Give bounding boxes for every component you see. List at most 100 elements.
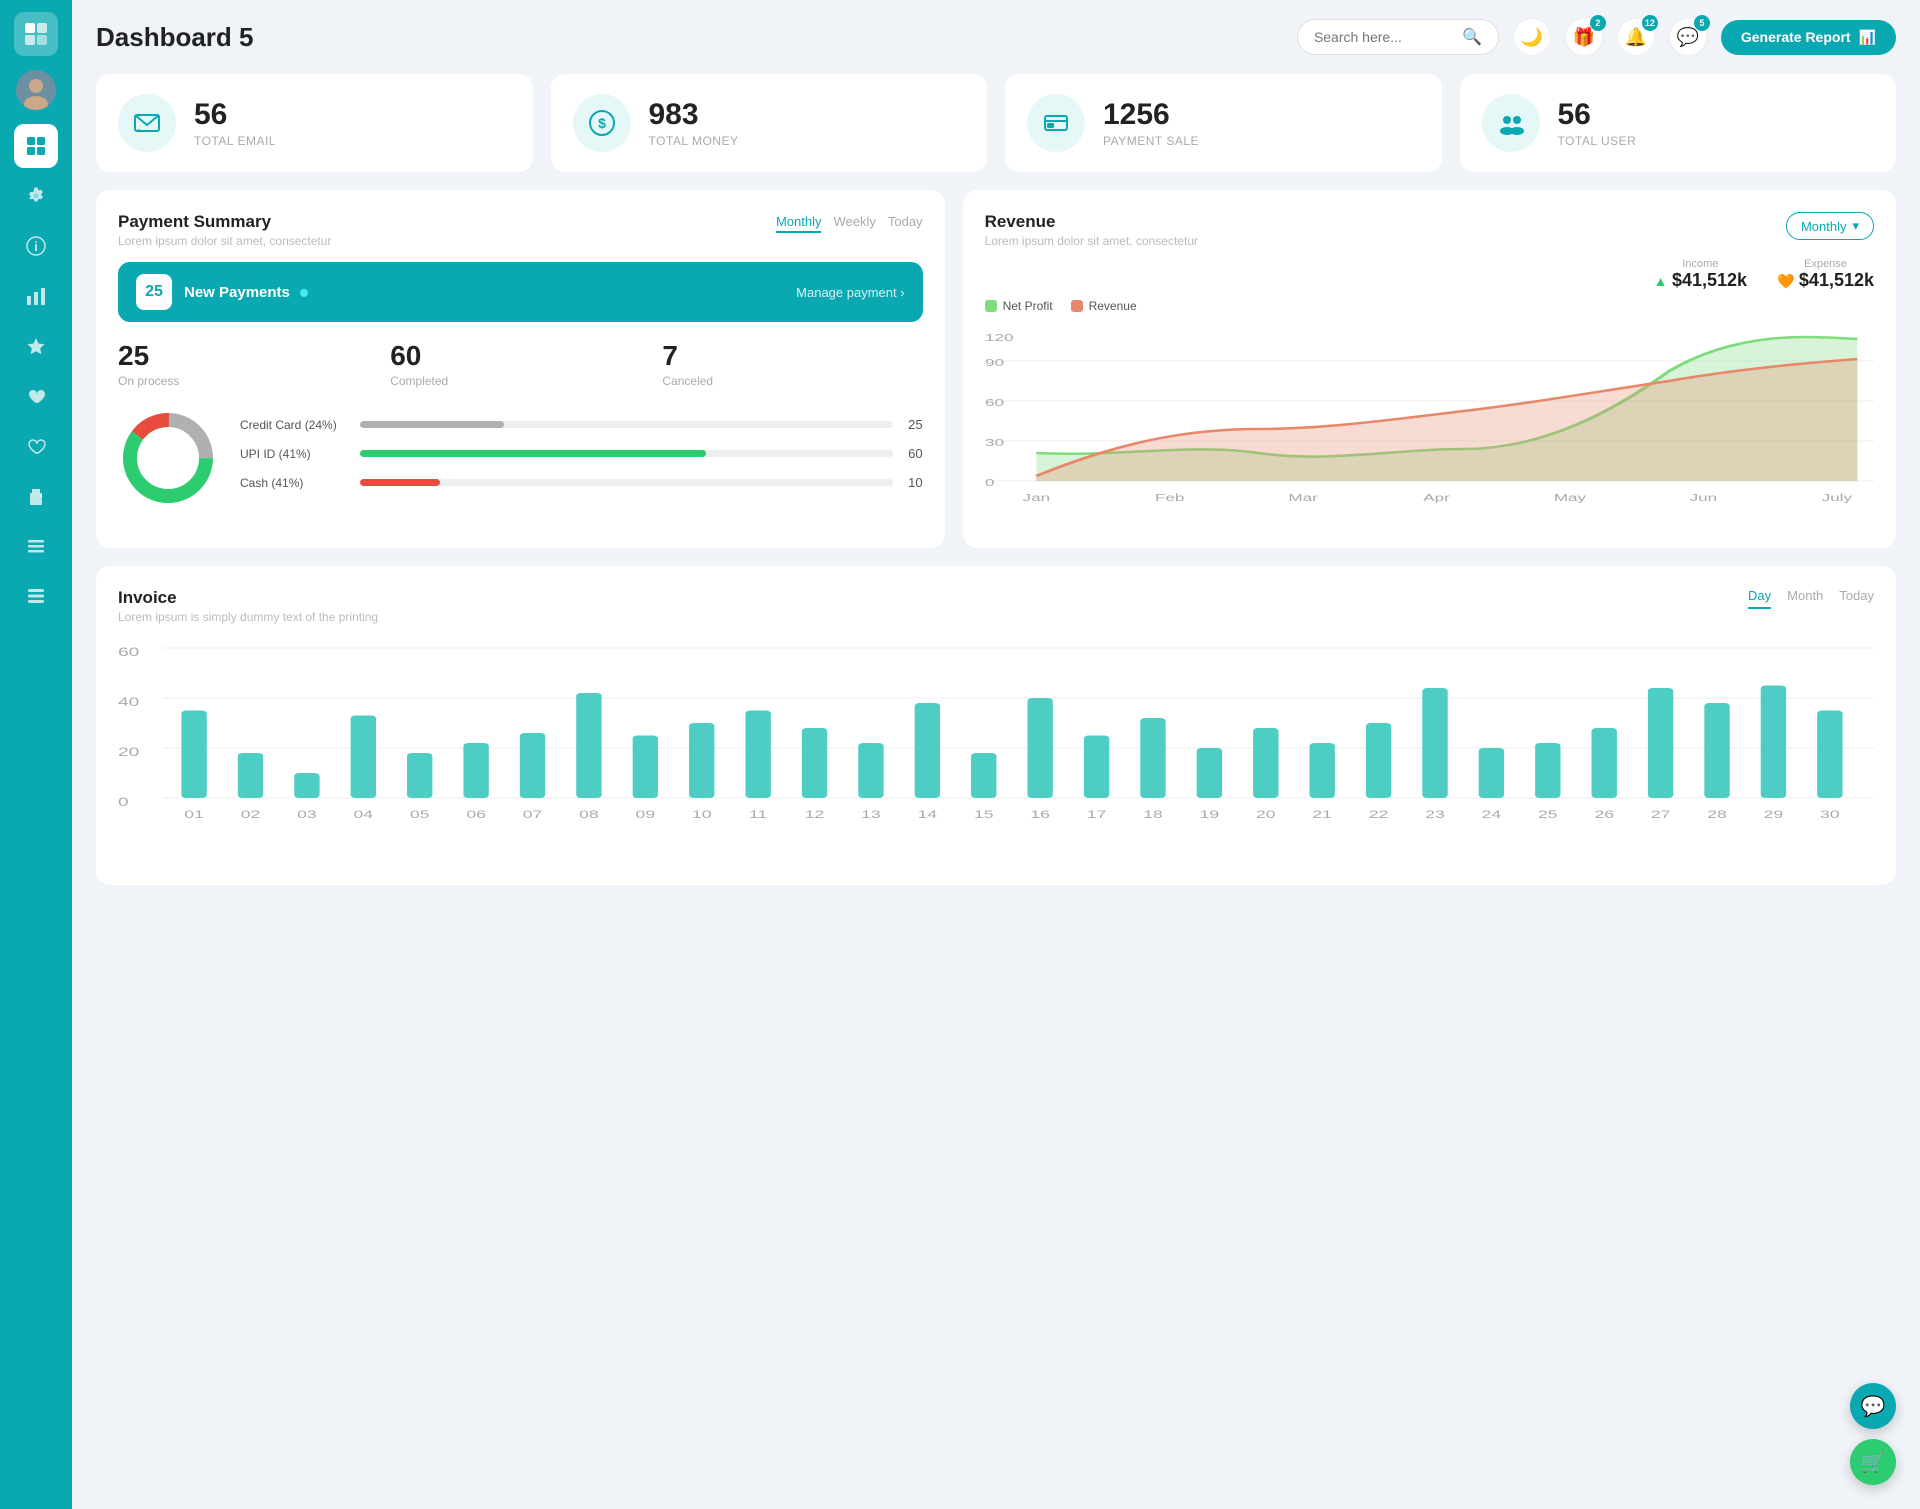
invoice-bar-label: 02 — [241, 809, 261, 821]
progress-credit-card: Credit Card (24%) 25 — [240, 417, 923, 432]
income-item: Income ▲ $41,512k — [1654, 258, 1747, 291]
new-payments-label: New Payments — [184, 284, 308, 301]
revenue-chart: 0 30 60 90 120 Jan Feb Mar Apr Ma — [985, 321, 1874, 526]
revenue-label: Revenue — [1089, 299, 1137, 313]
stat3-canceled-label: Canceled — [662, 374, 922, 388]
stat-money-label: TOTAL MONEY — [649, 134, 739, 148]
upi-fill — [360, 450, 706, 457]
payment-stats3: 25 On process 60 Completed 7 Canceled — [118, 340, 923, 388]
stat-payment-label: PAYMENT SALE — [1103, 134, 1199, 148]
sidebar-item-dashboard[interactable] — [14, 124, 58, 168]
revenue-dropdown[interactable]: Monthly ▾ — [1786, 212, 1874, 240]
stat3-completed-num: 60 — [390, 340, 650, 372]
svg-text:40: 40 — [118, 696, 139, 709]
invoice-bar — [181, 711, 206, 799]
stat-email-info: 56 TOTAL EMAIL — [194, 98, 276, 148]
sidebar-item-chart[interactable] — [14, 274, 58, 318]
search-input[interactable] — [1314, 29, 1454, 45]
income-val: $41,512k — [1672, 270, 1747, 290]
revenue-card: Revenue Lorem ipsum dolor sit amet, cons… — [963, 190, 1896, 548]
svg-text:30: 30 — [985, 437, 1004, 448]
tab-monthly[interactable]: Monthly — [776, 212, 822, 233]
stat-user-num: 56 — [1558, 98, 1637, 132]
sidebar-item-list[interactable] — [14, 574, 58, 618]
search-box[interactable]: 🔍 — [1297, 19, 1499, 55]
chat-button[interactable]: 💬 5 — [1669, 18, 1707, 56]
stat-money-info: 983 TOTAL MONEY — [649, 98, 739, 148]
sidebar-item-star[interactable] — [14, 324, 58, 368]
invoice-bar-label: 29 — [1764, 809, 1784, 821]
expense-icon: 🧡 — [1777, 273, 1794, 289]
invoice-bar — [1027, 698, 1052, 798]
credit-card-label: Credit Card (24%) — [240, 418, 350, 432]
sidebar-item-heart2[interactable] — [14, 424, 58, 468]
sidebar-item-heart[interactable] — [14, 374, 58, 418]
invoice-tab-month[interactable]: Month — [1787, 588, 1823, 609]
bell-badge: 12 — [1642, 15, 1658, 31]
stat3-canceled: 7 Canceled — [662, 340, 922, 388]
invoice-card: Invoice Lorem ipsum is simply dummy text… — [96, 566, 1896, 885]
gift-button[interactable]: 🎁 2 — [1565, 18, 1603, 56]
invoice-tab-day[interactable]: Day — [1748, 588, 1771, 609]
svg-text:120: 120 — [985, 332, 1014, 343]
invoice-bar-label: 04 — [354, 809, 374, 821]
sidebar-item-info[interactable]: i — [14, 224, 58, 268]
svg-text:Jan: Jan — [1022, 492, 1050, 503]
page-title: Dashboard 5 — [96, 22, 254, 53]
payment-details: Credit Card (24%) 25 UPI ID (41%) 60 — [118, 408, 923, 513]
invoice-bar-label: 01 — [184, 809, 204, 821]
invoice-bar-label: 16 — [1030, 809, 1050, 821]
invoice-bar — [520, 733, 545, 798]
svg-text:60: 60 — [118, 646, 139, 659]
invoice-bar-label: 03 — [297, 809, 317, 821]
tab-weekly[interactable]: Weekly — [833, 212, 875, 233]
sidebar: i — [0, 0, 72, 1509]
stat3-onprocess-label: On process — [118, 374, 378, 388]
theme-toggle-button[interactable]: 🌙 — [1513, 18, 1551, 56]
chevron-down-icon: ▾ — [1852, 218, 1859, 234]
middle-row: Payment Summary Lorem ipsum dolor sit am… — [96, 190, 1896, 548]
generate-report-button[interactable]: Generate Report 📊 — [1721, 20, 1896, 55]
revenue-title-group: Revenue Lorem ipsum dolor sit amet, cons… — [985, 212, 1198, 248]
invoice-bar-label: 30 — [1820, 809, 1840, 821]
svg-text:Feb: Feb — [1155, 492, 1185, 503]
sidebar-item-menu[interactable] — [14, 524, 58, 568]
invoice-bar-label: 23 — [1425, 809, 1445, 821]
expense-val: $41,512k — [1799, 270, 1874, 290]
invoice-bar-label: 11 — [749, 809, 767, 821]
invoice-bar — [915, 703, 940, 798]
stat3-completed: 60 Completed — [390, 340, 650, 388]
invoice-title: Invoice — [118, 588, 378, 608]
revenue-legend: Net Profit Revenue — [985, 299, 1874, 313]
bell-button[interactable]: 🔔 12 — [1617, 18, 1655, 56]
new-payments-count: 25 — [136, 274, 172, 310]
invoice-bar-label: 18 — [1143, 809, 1163, 821]
invoice-bar — [1084, 736, 1109, 799]
invoice-bar — [294, 773, 319, 798]
sidebar-item-printer[interactable] — [14, 474, 58, 518]
svg-text:i: i — [34, 239, 38, 254]
invoice-tab-today[interactable]: Today — [1839, 588, 1874, 609]
invoice-bar-label: 24 — [1482, 809, 1502, 821]
support-fab[interactable]: 💬 — [1850, 1383, 1896, 1429]
header: Dashboard 5 🔍 🌙 🎁 2 🔔 12 💬 5 Generate Re… — [96, 18, 1896, 56]
sidebar-item-settings[interactable] — [14, 174, 58, 218]
cart-fab[interactable]: 🛒 — [1850, 1439, 1896, 1485]
tab-today[interactable]: Today — [888, 212, 923, 233]
invoice-bar-label: 12 — [805, 809, 825, 821]
manage-payment-link[interactable]: Manage payment › — [796, 285, 904, 300]
user-icon — [1482, 94, 1540, 152]
avatar[interactable] — [16, 70, 56, 110]
header-actions: 🔍 🌙 🎁 2 🔔 12 💬 5 Generate Report 📊 — [1297, 18, 1896, 56]
revenue-title: Revenue — [985, 212, 1198, 232]
invoice-title-group: Invoice Lorem ipsum is simply dummy text… — [118, 588, 378, 624]
payment-summary-subtitle: Lorem ipsum dolor sit amet, consectetur — [118, 234, 331, 248]
cash-label: Cash (41%) — [240, 476, 350, 490]
invoice-bar — [407, 753, 432, 798]
expense-label: Expense — [1777, 258, 1874, 270]
invoice-bar — [1648, 688, 1673, 798]
new-payments-bar: 25 New Payments Manage payment › — [118, 262, 923, 322]
stat-card-user: 56 TOTAL USER — [1460, 74, 1897, 172]
invoice-chart: 60 40 20 0 01020304050607080910111213141… — [118, 638, 1874, 863]
bar-chart-icon: 📊 — [1859, 29, 1876, 46]
